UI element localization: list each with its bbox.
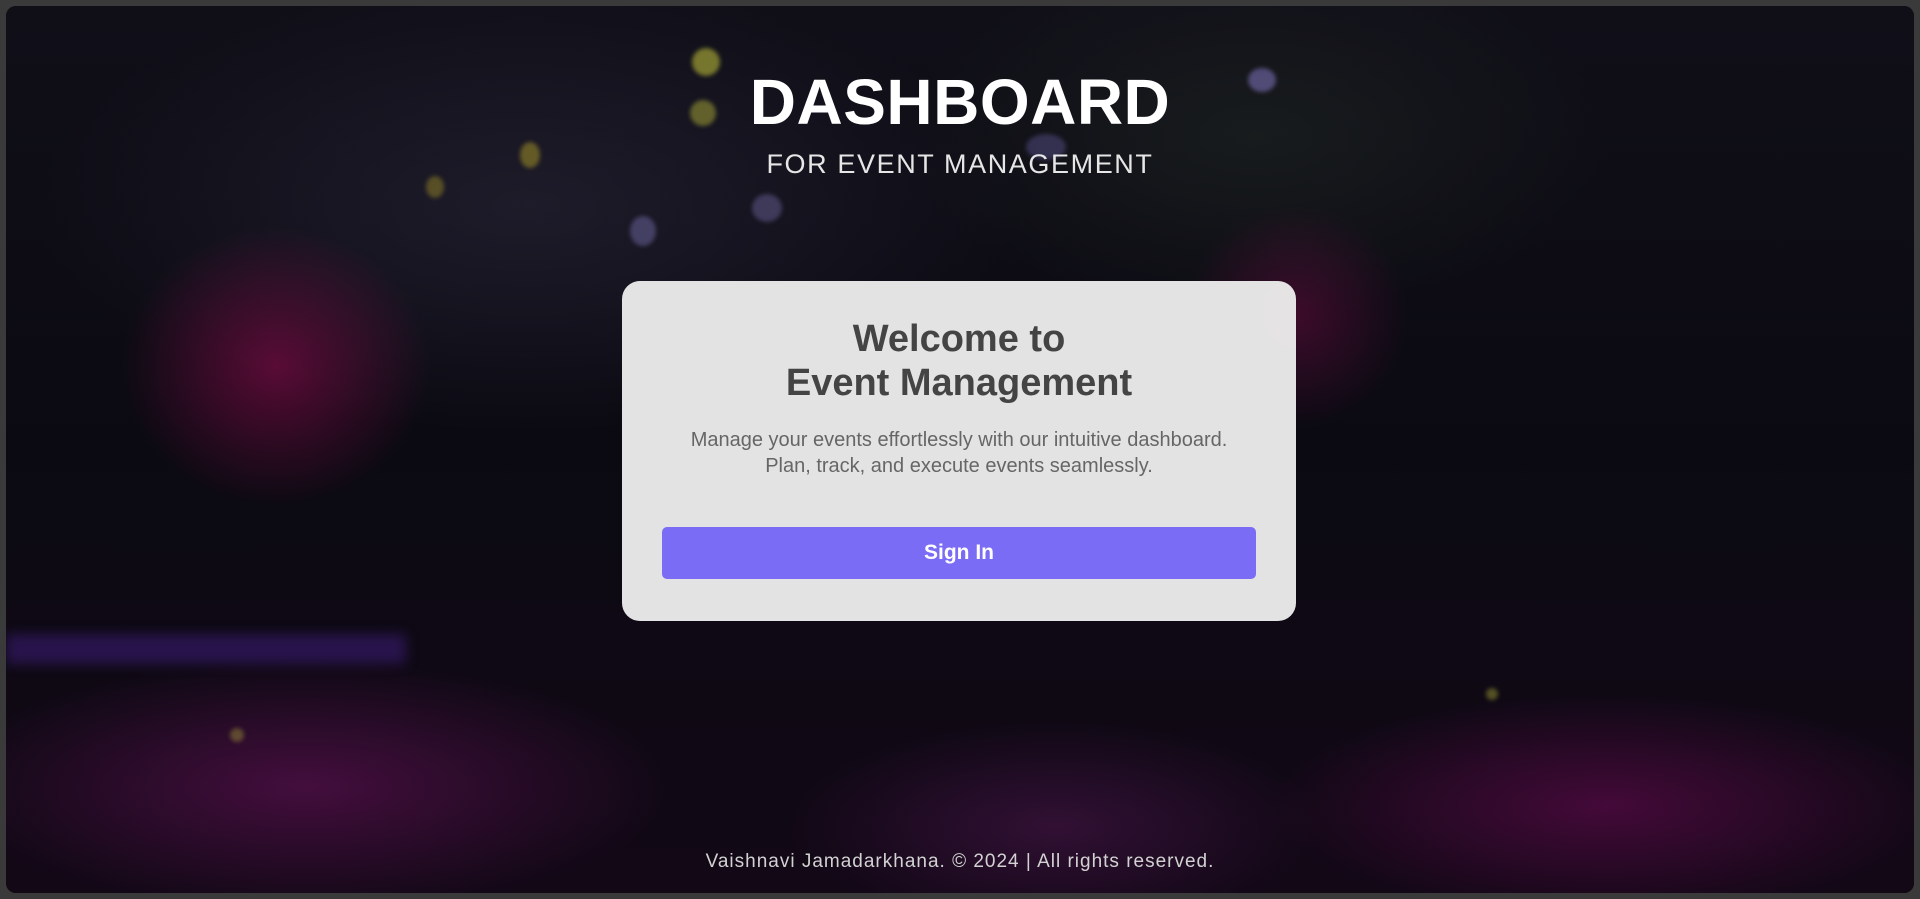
footer-copyright: Vaishnavi Jamadarkhana. © 2024 | All rig… bbox=[705, 851, 1215, 872]
page-header: DASHBOARD FOR EVENT MANAGEMENT bbox=[6, 60, 1914, 182]
welcome-heading: Welcome to Event Management bbox=[662, 317, 1256, 405]
welcome-heading-line2: Event Management bbox=[785, 362, 1133, 404]
welcome-description-line1: Manage your events effortlessly with our… bbox=[690, 429, 1228, 451]
app-window: DASHBOARD FOR EVENT MANAGEMENT Welcome t… bbox=[6, 6, 1914, 893]
welcome-card: Welcome to Event Management Manage your … bbox=[622, 281, 1296, 621]
page-subtitle: FOR EVENT MANAGEMENT bbox=[766, 149, 1154, 179]
page-title: DASHBOARD bbox=[749, 66, 1171, 138]
welcome-description: Manage your events effortlessly with our… bbox=[662, 427, 1256, 479]
welcome-heading-line1: Welcome to bbox=[852, 318, 1066, 360]
sign-in-button[interactable]: Sign In bbox=[662, 527, 1256, 579]
welcome-description-line2: Plan, track, and execute events seamless… bbox=[765, 455, 1153, 477]
